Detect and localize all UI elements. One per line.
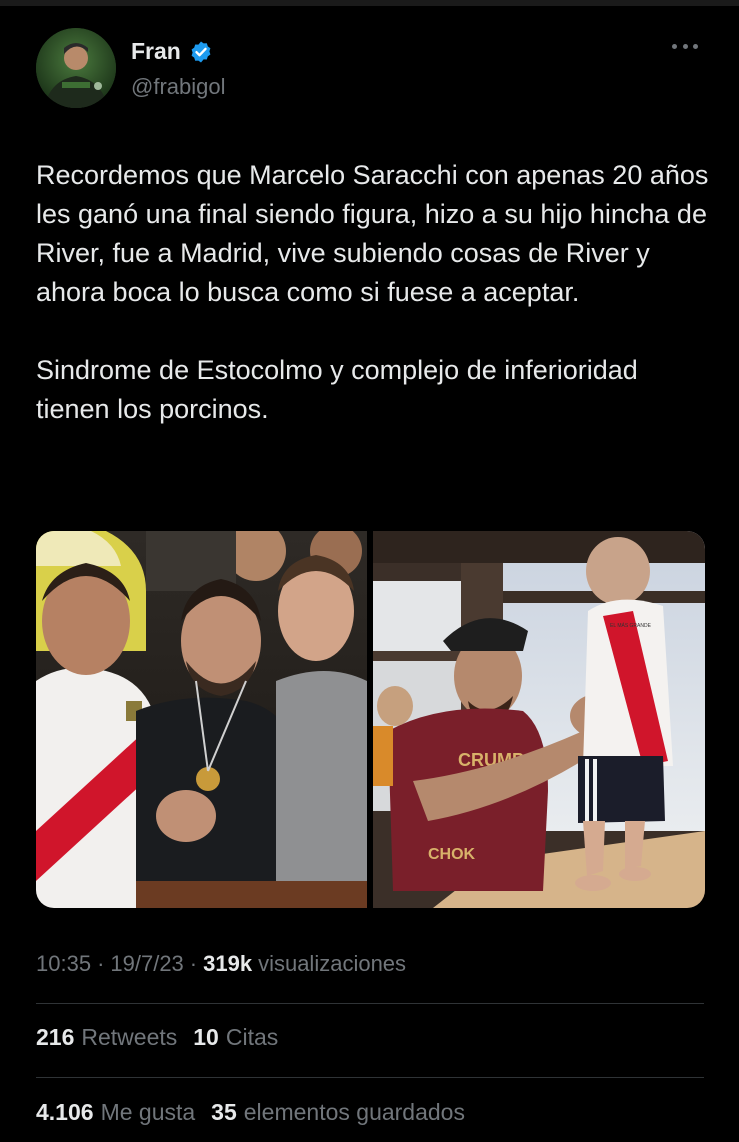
retweets-label: Retweets [81,1024,178,1050]
dot [682,43,688,49]
tweet-paragraph: Sindrome de Estocolmo y complejo de infe… [36,355,638,424]
tweet-text: Recordemos que Marcelo Saracchi con apen… [36,156,716,429]
tweet-time[interactable]: 10:35 [36,951,91,977]
views-label: visualizaciones [258,951,407,976]
avatar-image [36,28,116,108]
separator: · [97,951,105,976]
quotes-count: 10 [193,1024,219,1050]
author-name[interactable]: Fran [131,38,181,65]
retweets-stat[interactable]: 216 Retweets [36,1024,177,1051]
tweet-media: CRUMP CHOK EL MÁS GRANDE [36,531,705,908]
more-options-icon[interactable] [668,36,702,56]
likes-count: 4.106 [36,1099,94,1125]
photo-players-celebrating [36,531,367,908]
quotes-stat[interactable]: 10 Citas [193,1024,278,1051]
quotes-label: Citas [225,1024,279,1050]
shirt-print: CHOK [428,846,476,863]
tweet-header: Fran @frabigol [36,28,704,110]
tweet-paragraph: Recordemos que Marcelo Saracchi con apen… [36,160,709,307]
verified-badge-icon [189,40,213,64]
separator: · [189,951,198,976]
dot [693,43,698,49]
top-edge [0,0,739,6]
bookmarks-count: 35 [211,1099,237,1125]
divider [36,1003,704,1004]
tweet-date[interactable]: 19/7/23 [110,951,183,977]
tweet-photo[interactable]: CRUMP CHOK EL MÁS GRANDE [373,531,705,908]
avatar[interactable] [36,28,116,108]
views-count: 319k [203,951,253,976]
likes-label: Me gusta [100,1099,196,1125]
jersey-tag: EL MÁS GRANDE [610,622,652,629]
author-handle[interactable]: @frabigol [131,74,226,100]
bookmarks-label: elementos guardados [243,1099,465,1125]
photo-father-and-baby: CRUMP CHOK EL MÁS GRANDE [373,531,705,908]
likes-stat[interactable]: 4.106 Me gusta [36,1099,195,1126]
dot [672,43,677,49]
bookmarks-stat[interactable]: 35 elementos guardados [211,1099,465,1126]
tweet-photo[interactable] [36,531,367,908]
divider [36,1077,704,1078]
engagement-row: 216 Retweets 10 Citas [36,1024,278,1051]
retweets-count: 216 [36,1024,75,1050]
engagement-row: 4.106 Me gusta 35 elementos guardados [36,1099,465,1126]
tweet-meta: 10:35 · 19/7/23 · 319k visualizaciones [36,951,406,977]
